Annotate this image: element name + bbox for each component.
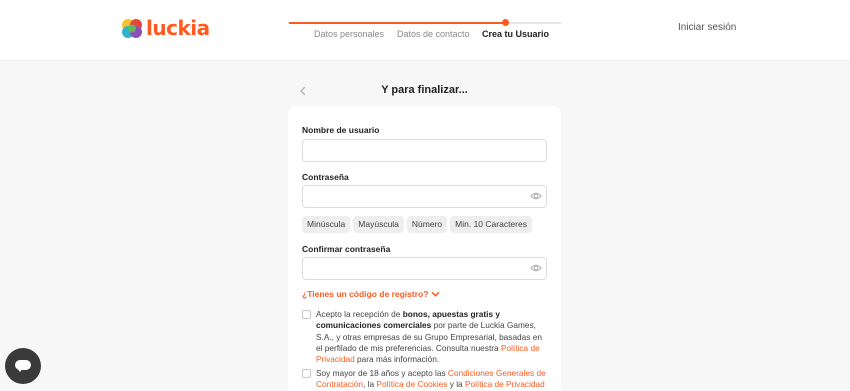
password-input[interactable] xyxy=(302,185,547,208)
terms-text-part: y la xyxy=(447,379,465,390)
terms-consent-text: Soy mayor de 18 años y acepto las Condic… xyxy=(316,368,546,391)
rule-mayuscula: Mayúscula xyxy=(353,216,404,233)
username-label: Nombre de usuario xyxy=(302,125,380,135)
rule-minuscula: Minúscula xyxy=(302,216,351,233)
rule-numero: Número xyxy=(406,216,448,233)
eye-icon[interactable] xyxy=(530,263,542,273)
terms-consent-row: Soy mayor de 18 años y acepto las Condic… xyxy=(302,368,546,391)
step-datos-personales: Datos personales xyxy=(314,29,385,39)
confirm-password-input[interactable] xyxy=(302,257,547,280)
marketing-consent-text: Acepto la recepción de bonos, apuestas g… xyxy=(316,309,546,365)
stepper-progress xyxy=(289,22,505,24)
login-link[interactable]: Iniciar sesión xyxy=(678,22,736,33)
top-header: luckia Datos personales Datos de contact… xyxy=(0,0,850,61)
chat-button[interactable] xyxy=(5,348,41,384)
step-crea-usuario: Crea tu Usuario xyxy=(482,29,550,39)
chat-icon-tail xyxy=(17,368,23,372)
page-title: Y para finalizar... xyxy=(381,84,468,96)
promo-code-toggle[interactable]: ¿Tienes un código de registro? xyxy=(302,289,440,299)
confirm-field-wrap xyxy=(302,257,547,280)
consent-text-part: Acepto la recepción de xyxy=(316,309,403,319)
chevron-down-icon xyxy=(432,291,440,297)
registration-stepper: Datos personales Datos de contacto Crea … xyxy=(289,18,561,48)
password-field-wrap xyxy=(302,185,547,208)
step-datos-contacto: Datos de contacto xyxy=(397,29,470,39)
terms-text-part: , la xyxy=(363,379,377,390)
confirm-password-label: Confirmar contraseña xyxy=(302,244,391,254)
marketing-consent-checkbox[interactable] xyxy=(302,310,311,319)
cookies-policy-link[interactable]: Política de Cookies xyxy=(376,379,447,389)
terms-consent-checkbox[interactable] xyxy=(302,369,311,378)
luckia-logo-text: luckia xyxy=(146,16,210,40)
luckia-logo-mark-icon xyxy=(122,19,142,38)
marketing-consent-row: Acepto la recepción de bonos, apuestas g… xyxy=(302,309,546,365)
password-label: Contraseña xyxy=(302,172,349,182)
registration-card: Nombre de usuario Contraseña Minúscula M… xyxy=(288,106,561,391)
rule-min-caracteres: Min. 10 Caracteres xyxy=(450,216,532,233)
password-rules: Minúscula Mayúscula Número Min. 10 Carac… xyxy=(302,216,532,233)
promo-code-label: ¿Tienes un código de registro? xyxy=(302,289,429,299)
terms-text-part: Soy mayor de 18 años y acepto las xyxy=(316,368,448,378)
username-input[interactable] xyxy=(302,139,547,162)
privacy-policy-link[interactable]: Política de Privacidad xyxy=(465,379,545,389)
eye-icon[interactable] xyxy=(530,191,542,201)
consent-text-part: para más información. xyxy=(354,354,440,365)
stepper-current-dot xyxy=(502,19,509,26)
luckia-logo[interactable]: luckia xyxy=(121,15,210,41)
